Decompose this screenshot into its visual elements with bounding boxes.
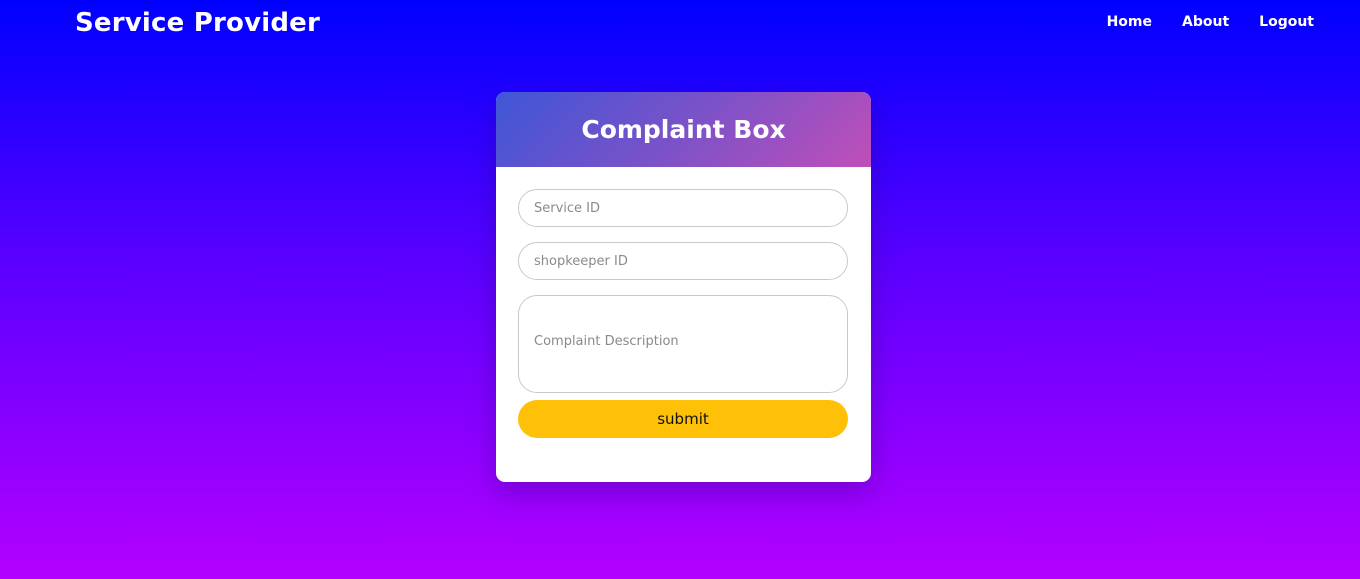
service-id-input[interactable] (518, 189, 848, 227)
complaint-form: submit (496, 167, 871, 438)
nav-link-home[interactable]: Home (1107, 14, 1152, 30)
complaint-title: Complaint Box (581, 115, 786, 144)
nav-links: Home About Logout (1107, 14, 1314, 30)
complaint-card-header: Complaint Box (496, 92, 871, 167)
top-navbar: Service Provider Home About Logout (0, 0, 1360, 48)
complaint-description-input[interactable] (518, 295, 848, 393)
submit-button[interactable]: submit (518, 400, 848, 438)
complaint-card: Complaint Box submit (496, 92, 871, 482)
nav-link-about[interactable]: About (1182, 14, 1229, 30)
brand-title[interactable]: Service Provider (75, 8, 320, 38)
nav-link-logout[interactable]: Logout (1259, 14, 1314, 30)
shopkeeper-id-input[interactable] (518, 242, 848, 280)
